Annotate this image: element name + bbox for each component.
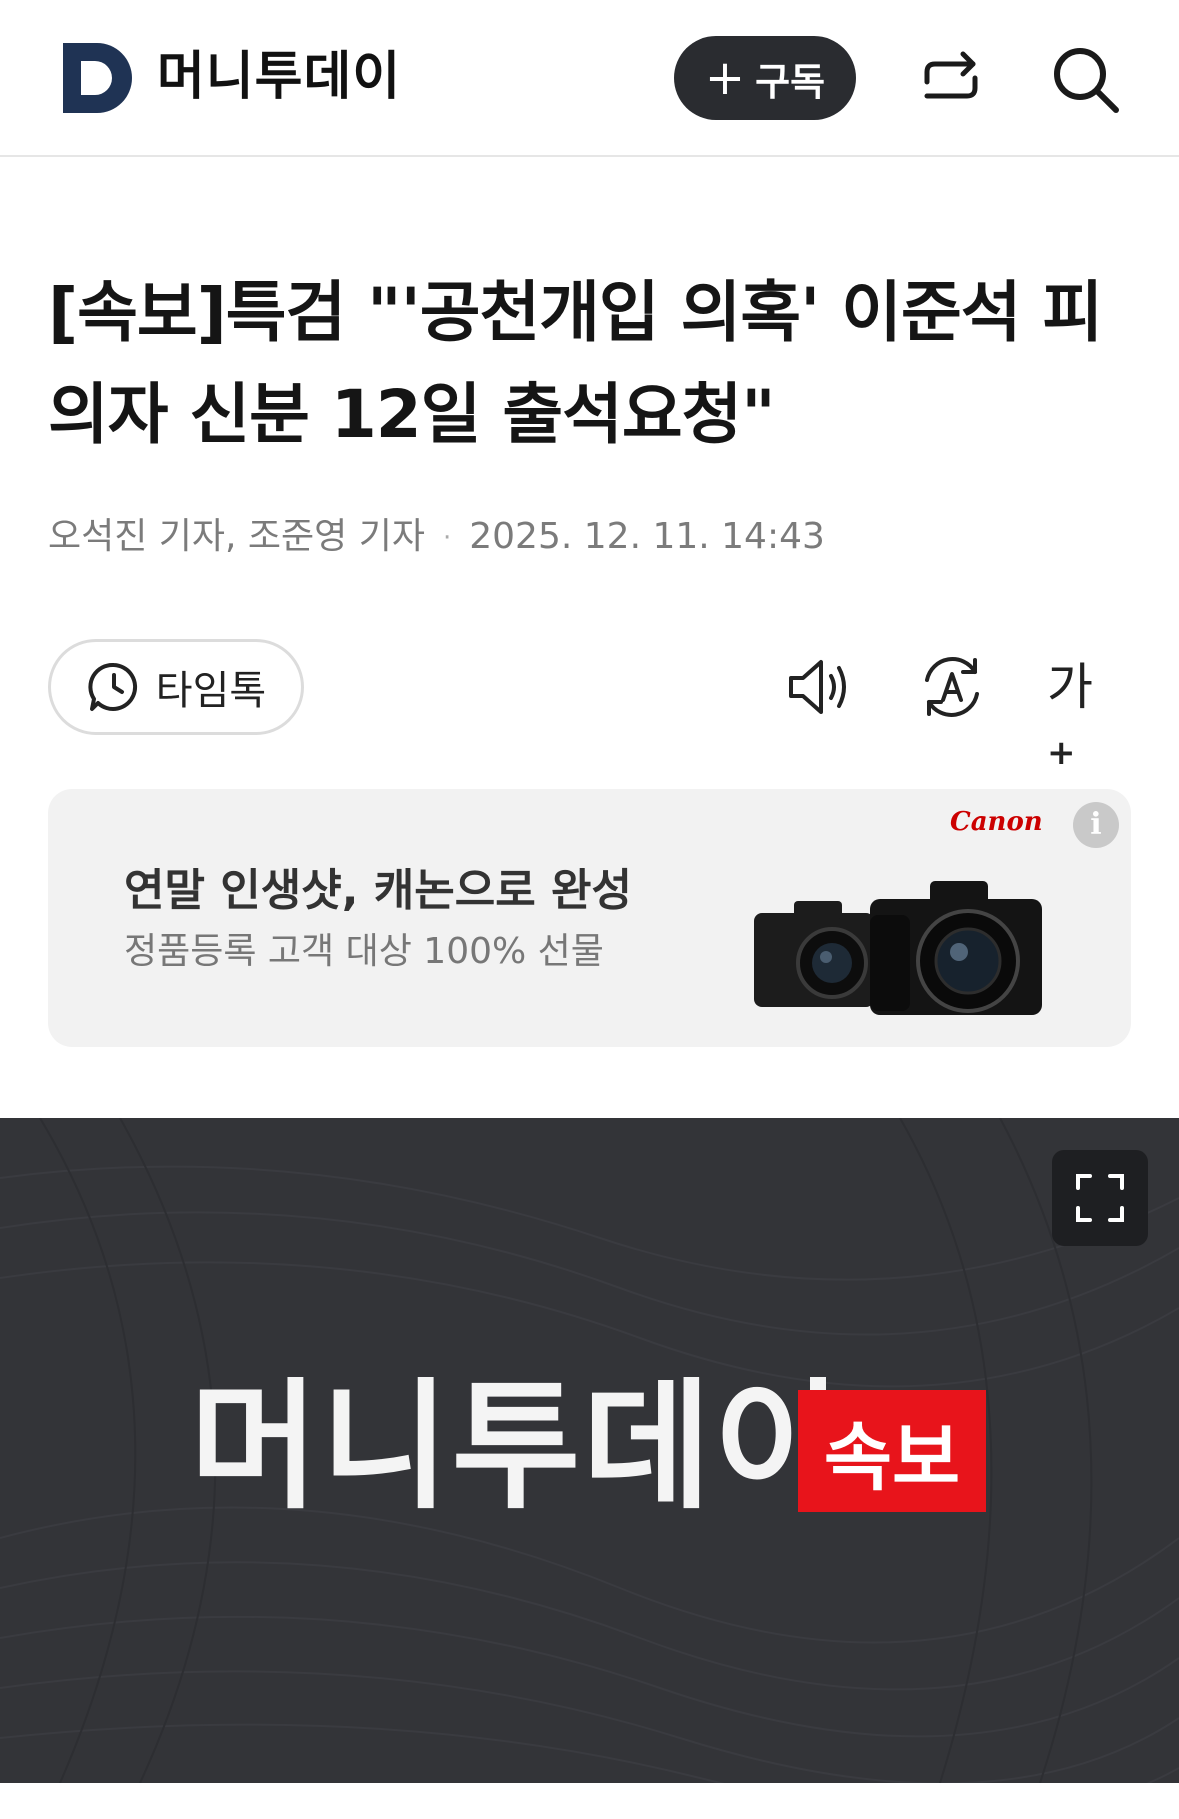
article-hero-image[interactable]: 머니투데이 속보	[0, 1118, 1179, 1783]
brand-name[interactable]: 머니투데이	[157, 42, 401, 112]
font-size-label: 가	[1047, 658, 1093, 716]
timetalk-label: 타임톡	[155, 668, 267, 714]
top-header: 머니투데이 + 구독	[0, 0, 1179, 157]
byline-separator: ·	[442, 523, 452, 553]
font-size-button[interactable]: 가+	[1047, 650, 1121, 773]
brand-logo-icon[interactable]	[61, 41, 135, 115]
chat-clock-icon	[88, 662, 137, 711]
ad-title: 연말 인생샷, 캐논으로 완성	[124, 865, 632, 916]
ad-banner[interactable]: Canon i 연말 인생샷, 캐논으로 완성 정품등록 고객 대상 100% …	[48, 789, 1131, 1047]
breaking-news-badge: 속보	[798, 1390, 986, 1512]
ad-brand-logo: Canon	[950, 807, 1043, 837]
translate-icon[interactable]	[915, 650, 989, 724]
fullscreen-button[interactable]	[1052, 1150, 1148, 1246]
hero-brand-text: 머니투데이	[190, 1366, 845, 1529]
share-icon[interactable]	[915, 44, 987, 116]
camera-product-image	[754, 881, 1042, 1015]
search-icon[interactable]	[1048, 42, 1124, 118]
subscribe-label: 구독	[755, 59, 826, 104]
ad-subtitle: 정품등록 고객 대상 100% 선물	[124, 931, 604, 972]
author-names[interactable]: 오석진 기자, 조준영 기자	[48, 516, 425, 557]
article-headline: [속보]특검 "'공천개입 의혹' 이준석 피의자 신분 12일 출석요청"	[48, 274, 1103, 453]
subscribe-button[interactable]: + 구독	[674, 36, 856, 120]
speaker-icon[interactable]	[783, 650, 857, 724]
timetalk-button[interactable]: 타임톡	[48, 639, 304, 735]
plus-icon: +	[704, 50, 746, 106]
ad-info-icon[interactable]: i	[1073, 802, 1119, 848]
fullscreen-icon	[1076, 1174, 1124, 1222]
article-byline: 오석진 기자, 조준영 기자 · 2025. 12. 11. 14:43	[48, 512, 825, 563]
publish-time: 2025. 12. 11. 14:43	[469, 516, 825, 557]
plus-icon: +	[1047, 733, 1076, 773]
